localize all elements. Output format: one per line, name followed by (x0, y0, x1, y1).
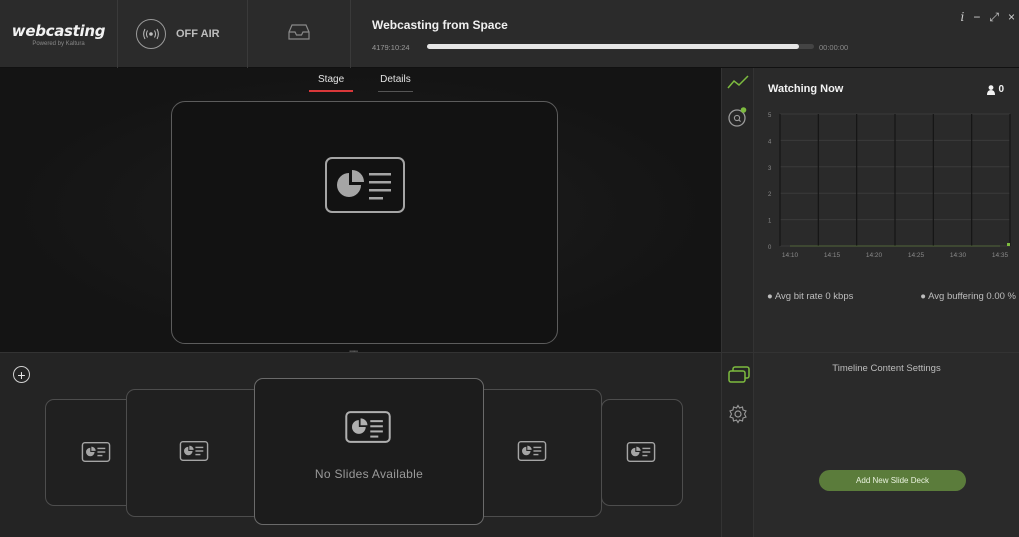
slides-panel: + No Slides Available (0, 352, 722, 537)
chart-y-tick-label: 2 (768, 192, 772, 198)
slide-placeholder (45, 399, 135, 506)
side-rail-top (722, 68, 754, 352)
avg-buffering: ● Avg buffering 0.00 % (920, 291, 1016, 302)
on-air-status: OFF AIR (176, 28, 220, 40)
stats-panel: Watching Now 0 0 1 2 3 4 5 14:10 14:15 14:20 14:2… (754, 68, 1019, 352)
slide-placeholder-current: No Slides Available (254, 378, 484, 525)
viewer-count-value: 0 (998, 84, 1004, 95)
timeline-panel: Timeline Content Settings Add New Slide … (754, 352, 1019, 537)
stage-panel: Stage Details (0, 68, 722, 352)
inbox-icon (288, 23, 310, 46)
chart-series-point (1007, 243, 1010, 246)
chart-y-tick-label: 3 (768, 166, 772, 172)
webcasting-app: webcasting Powered by Kaltura OFF AIR We… (0, 0, 1019, 537)
chart-y-tick-label: 0 (768, 245, 772, 251)
side-rail-bottom (722, 352, 754, 537)
slide-placeholder (601, 399, 683, 506)
on-air-toggle[interactable]: OFF AIR (118, 0, 248, 68)
chat-question-icon[interactable] (727, 106, 749, 133)
gear-icon[interactable] (728, 404, 748, 429)
inbox-button[interactable] (248, 0, 351, 68)
event-progress-bar (427, 44, 814, 49)
info-icon[interactable]: i (961, 10, 965, 25)
top-bar: webcasting Powered by Kaltura OFF AIR We… (0, 0, 1019, 68)
elapsed-time: 4179:10:24 (372, 43, 410, 52)
timeline-title: Timeline Content Settings (832, 363, 941, 374)
slides-icon[interactable] (728, 366, 750, 389)
progress-fill (427, 44, 799, 49)
line-chart-icon[interactable] (727, 74, 749, 95)
chart-x-tick-label: 14:30 (950, 252, 967, 259)
chart-x-tick-label: 14:10 (782, 252, 799, 259)
chart-y-tick-label: 5 (768, 113, 772, 119)
presentation-icon (626, 442, 656, 467)
event-title: Webcasting from Space (372, 18, 508, 32)
watching-chart: 0 1 2 3 4 5 14:10 14:15 14:20 14:25 14:30 14:35 (768, 113, 1011, 259)
avg-bitrate: ● Avg bit rate 0 kbps (767, 291, 854, 302)
user-icon (987, 84, 996, 95)
presentation-icon (517, 441, 547, 466)
window-controls: i − ⤢ × (961, 10, 1015, 25)
brand-logo: webcasting Powered by Kaltura (0, 0, 118, 68)
presentation-icon (325, 157, 405, 218)
plus-icon: + (17, 366, 26, 383)
end-time: 00:00:00 (819, 43, 849, 52)
chart-y-tick-label: 1 (768, 219, 772, 225)
minimize-icon[interactable]: − (973, 10, 980, 25)
chart-y-tick-label: 4 (768, 139, 772, 145)
add-slide-button[interactable]: + (13, 366, 30, 383)
no-slides-message: No Slides Available (314, 467, 424, 481)
presentation-icon (345, 411, 391, 448)
brand-name: webcasting (11, 21, 106, 40)
event-info: Webcasting from Space 4179:10:24 00:00:0… (372, 18, 892, 58)
close-icon[interactable]: × (1008, 10, 1015, 25)
expand-icon[interactable]: ⤢ (989, 10, 999, 25)
stage-preview (171, 101, 558, 344)
slide-placeholder (126, 389, 262, 517)
stage-tabs: Stage Details (309, 74, 413, 92)
tab-details[interactable]: Details (378, 74, 413, 92)
chart-x-tick-label: 14:35 (992, 252, 1009, 259)
slide-placeholder (466, 389, 602, 517)
tab-stage[interactable]: Stage (309, 74, 354, 92)
brand-tagline: Powered by Kaltura (32, 40, 85, 47)
presentation-icon (81, 442, 111, 467)
chart-x-tick-label: 14:15 (824, 252, 841, 259)
add-slide-deck-button[interactable]: Add New Slide Deck (819, 470, 966, 491)
viewer-count: 0 (987, 84, 1004, 95)
chart-x-tick-label: 14:20 (866, 252, 883, 259)
broadcast-icon (136, 19, 166, 49)
watching-now-title: Watching Now (768, 83, 844, 95)
presentation-icon (179, 441, 209, 466)
chart-x-tick-label: 14:25 (908, 252, 925, 259)
